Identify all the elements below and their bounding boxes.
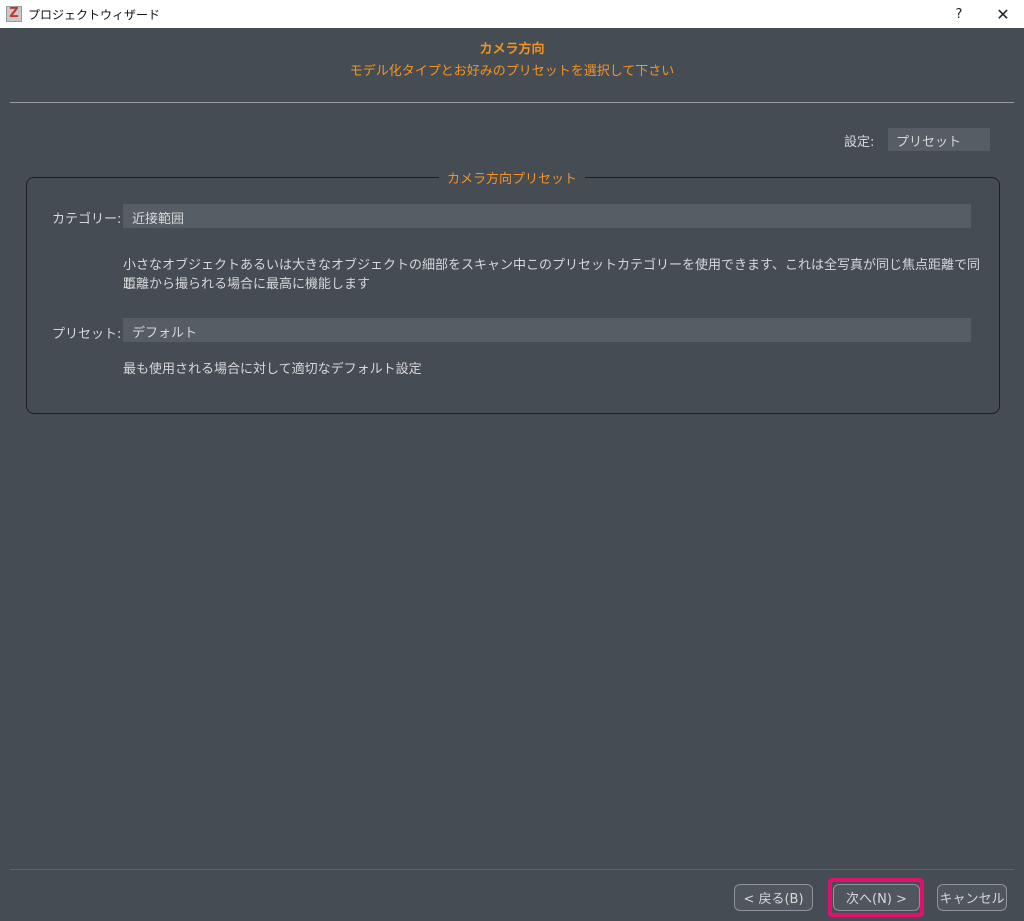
help-button[interactable]: ? [936,0,982,28]
preset-description: 最も使用される場合に対して適切なデフォルト設定 [123,362,422,377]
app-logo-icon: Z [6,6,22,22]
footer-divider [10,869,1014,870]
close-icon[interactable]: ✕ [980,0,1024,28]
page-subtitle: モデル化タイプとお好みのプリセットを選択して下さい [349,64,675,79]
category-label: カテゴリー: [52,212,122,227]
category-description-line2: 距離から撮られる場合に最高に機能します [123,277,371,292]
preset-label: プリセット: [52,327,122,342]
header-divider [10,102,1014,103]
window-title: プロジェクトウィザード [28,7,161,22]
page-title: カメラ方向 [479,42,545,57]
back-button[interactable]: < 戻る(B) [734,884,813,911]
category-dropdown[interactable]: 近接範囲 [123,204,971,228]
settings-label: 設定: [844,135,875,150]
next-button[interactable]: 次へ(N) > [833,884,920,911]
app-logo-letter: Z [9,6,19,21]
preset-dropdown[interactable]: デフォルト [123,318,971,342]
cancel-button[interactable]: キャンセル [937,884,1007,911]
title-bar: Z プロジェクトウィザード ? ✕ [0,0,1024,28]
settings-dropdown[interactable]: プリセット [888,128,990,151]
